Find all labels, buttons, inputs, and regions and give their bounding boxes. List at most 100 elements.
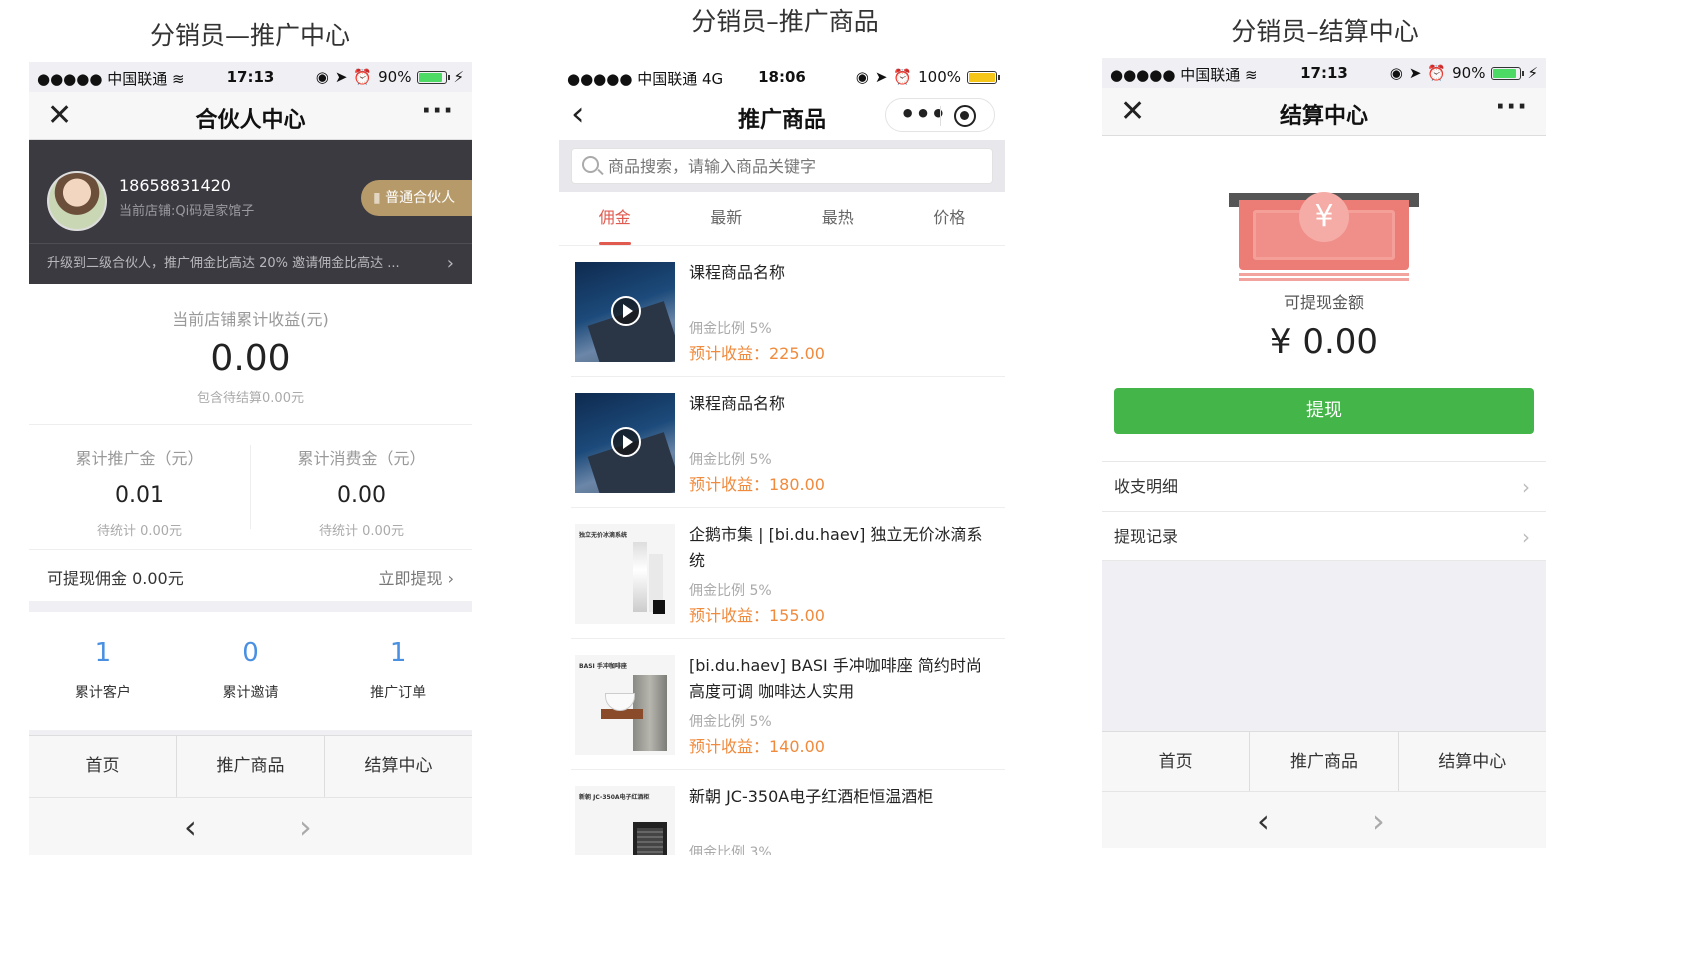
product-thumbnail: BASI 手冲咖啡座 <box>575 655 675 755</box>
more-icon[interactable]: ··· <box>421 96 454 126</box>
withdrawable-row[interactable]: 可提现佣金 0.00元 立即提现 › <box>29 549 472 601</box>
tab-settlement[interactable]: 结算中心 <box>1399 732 1546 793</box>
search-box[interactable] <box>571 148 993 184</box>
search-area <box>559 140 1005 192</box>
battery-percent: 90% <box>1452 64 1486 82</box>
menu-item-transactions[interactable]: 收支明细 › <box>1102 461 1546 511</box>
sort-tab-commission[interactable]: 佣金 <box>559 192 671 245</box>
forward-arrow-icon[interactable]: › <box>1372 802 1385 840</box>
battery-percent: 90% <box>378 68 412 86</box>
chevron-right-icon: › <box>447 569 454 588</box>
chevron-right-icon: › <box>1522 525 1530 549</box>
orientation-lock-icon: ◉ <box>315 68 329 86</box>
consumption-commission: 累计消费金（元） 0.00 待统计 0.00元 <box>251 445 472 539</box>
charging-icon: ⚡ <box>453 68 464 86</box>
menu-item-withdraw-records[interactable]: 提现记录 › <box>1102 511 1546 561</box>
customer-stats: 1 累计客户 0 累计邀请 1 推广订单 <box>29 612 472 730</box>
thumbnail-title: BASI 手冲咖啡座 <box>579 663 627 670</box>
commission-stats: 累计推广金（元） 0.01 待统计 0.00元 累计消费金（元） 0.00 待统… <box>29 424 472 549</box>
stat-value: 1 <box>389 638 407 668</box>
tab-settlement[interactable]: 结算中心 <box>325 736 472 797</box>
tab-home[interactable]: 首页 <box>29 736 177 797</box>
consumption-commission-value: 0.00 <box>337 483 386 508</box>
battery-icon <box>1491 66 1525 80</box>
avatar <box>47 171 107 231</box>
location-icon: ➤ <box>874 68 888 86</box>
promotion-commission: 累计推广金（元） 0.01 待统计 0.00元 <box>29 445 251 539</box>
product-name: 企鹅市集 | [bi.du.haev] 独立无价冰滴系统 <box>689 525 983 570</box>
bottom-tab-bar: 首页 推广商品 结算中心 <box>1102 731 1546 793</box>
phone-settlement-center: ●●●●● 中国联通 ≋ 17:13 ◉ ➤ ⏰ 90% ⚡ ✕ 结算中心 ··… <box>1102 58 1546 848</box>
chevron-right-icon: › <box>1522 475 1530 499</box>
withdrawable-label: 可提现佣金 0.00元 <box>47 569 184 588</box>
stat-invites[interactable]: 0 累计邀请 <box>177 612 325 730</box>
withdraw-now-link[interactable]: 立即提现 › <box>378 565 454 589</box>
consumption-commission-pending: 待统计 0.00元 <box>318 524 405 539</box>
more-icon[interactable]: ··· <box>1495 92 1528 122</box>
product-thumbnail: 独立无价冰滴系统 <box>575 524 675 624</box>
browser-toolbar: ‹ › <box>1102 791 1546 848</box>
tab-promoted-products[interactable]: 推广商品 <box>1250 732 1399 793</box>
stat-customers[interactable]: 1 累计客户 <box>29 612 177 730</box>
current-shop: 当前店铺:Qi码是家馆子 <box>119 204 255 219</box>
earnings-summary: 当前店铺累计收益(元) 0.00 包含待结算0.00元 <box>29 284 472 424</box>
play-icon[interactable] <box>611 296 641 326</box>
tab-promoted-products[interactable]: 推广商品 <box>177 736 325 797</box>
partner-level-badge[interactable]: ▮ 普通合伙人 <box>361 180 472 216</box>
bill-stack <box>1239 278 1409 281</box>
product-name: [bi.du.haev] BASI 手冲咖啡座 简约时尚高度可调 咖啡达人实用 <box>689 656 982 701</box>
product-item[interactable]: 课程商品名称 佣金比例 5% 预计收益：225.00 <box>571 246 1005 377</box>
commission-rate: 佣金比例 5% <box>689 321 772 337</box>
sort-tab-hottest[interactable]: 最热 <box>782 192 894 245</box>
consumption-commission-label: 累计消费金（元） <box>297 449 426 468</box>
stat-orders[interactable]: 1 推广订单 <box>324 612 472 730</box>
thumbnail-title: 新朝 JC-350A电子红酒柜 <box>579 794 650 801</box>
available-amount: ¥ 0.00 <box>1269 322 1379 362</box>
earnings-pending: 包含待结算0.00元 <box>197 391 304 406</box>
sort-tab-price[interactable]: 价格 <box>894 192 1006 245</box>
alarm-icon: ⏰ <box>353 68 373 86</box>
product-name: 新朝 JC-350A电子红酒柜恒温酒柜 <box>689 787 934 806</box>
commission-rate: 佣金比例 5% <box>689 714 772 730</box>
capsule-divider <box>940 106 941 126</box>
product-item[interactable]: BASI 手冲咖啡座 [bi.du.haev] BASI 手冲咖啡座 简约时尚高… <box>571 639 1005 770</box>
commission-rate: 佣金比例 5% <box>689 583 772 599</box>
forward-arrow-icon[interactable]: › <box>299 808 312 846</box>
stat-label: 推广订单 <box>370 685 427 701</box>
bottom-tab-bar: 首页 推广商品 结算中心 <box>29 735 472 797</box>
promotion-commission-value: 0.01 <box>115 483 164 508</box>
user-phone: 18658831420 <box>119 176 231 195</box>
product-name: 课程商品名称 <box>689 263 786 282</box>
expected-income: 预计收益：180.00 <box>689 475 825 494</box>
withdraw-button[interactable]: 提现 <box>1114 388 1534 434</box>
sort-tab-newest[interactable]: 最新 <box>671 192 783 245</box>
product-item[interactable]: 课程商品名称 佣金比例 5% 预计收益：180.00 <box>571 377 1005 508</box>
play-icon[interactable] <box>611 427 641 457</box>
orientation-lock-icon: ◉ <box>1389 64 1403 82</box>
promotion-commission-pending: 待统计 0.00元 <box>96 524 183 539</box>
browser-toolbar: ‹ › <box>29 797 472 855</box>
back-arrow-icon[interactable]: ‹ <box>184 808 197 846</box>
expected-income: 预计收益：225.00 <box>689 344 825 363</box>
search-input[interactable] <box>608 154 988 178</box>
product-shape <box>637 828 663 855</box>
settlement-menu: 收支明细 › 提现记录 › <box>1102 461 1546 561</box>
nav-bar: ‹ 推广商品 ••• <box>559 92 1005 140</box>
caption-settlement-center: 分销员–结算中心 <box>1231 17 1419 46</box>
commission-rate: 佣金比例 5% <box>689 452 772 468</box>
charging-icon: ⚡ <box>1527 64 1538 82</box>
search-icon <box>582 156 599 173</box>
stat-value: 0 <box>242 638 259 668</box>
earnings-amount: 0.00 <box>210 338 291 379</box>
product-item[interactable]: 独立无价冰滴系统 企鹅市集 | [bi.du.haev] 独立无价冰滴系统 佣金… <box>571 508 1005 639</box>
upgrade-banner[interactable]: 升级到二级合伙人，推广佣金比高达 20% 邀请佣金比高达 ... › <box>29 243 472 284</box>
tab-home[interactable]: 首页 <box>1102 732 1251 793</box>
product-item[interactable]: 新朝 JC-350A电子红酒柜 新朝 JC-350A电子红酒柜恒温酒柜 佣金比例… <box>571 770 1005 855</box>
caption-promoted-products: 分销员–推广商品 <box>691 7 879 36</box>
stat-label: 累计邀请 <box>222 685 279 701</box>
battery-percent: 100% <box>918 68 961 86</box>
close-program-icon[interactable] <box>954 105 976 127</box>
back-arrow-icon[interactable]: ‹ <box>1257 802 1270 840</box>
battery-icon <box>417 70 451 84</box>
expected-income: 预计收益：155.00 <box>689 606 825 625</box>
